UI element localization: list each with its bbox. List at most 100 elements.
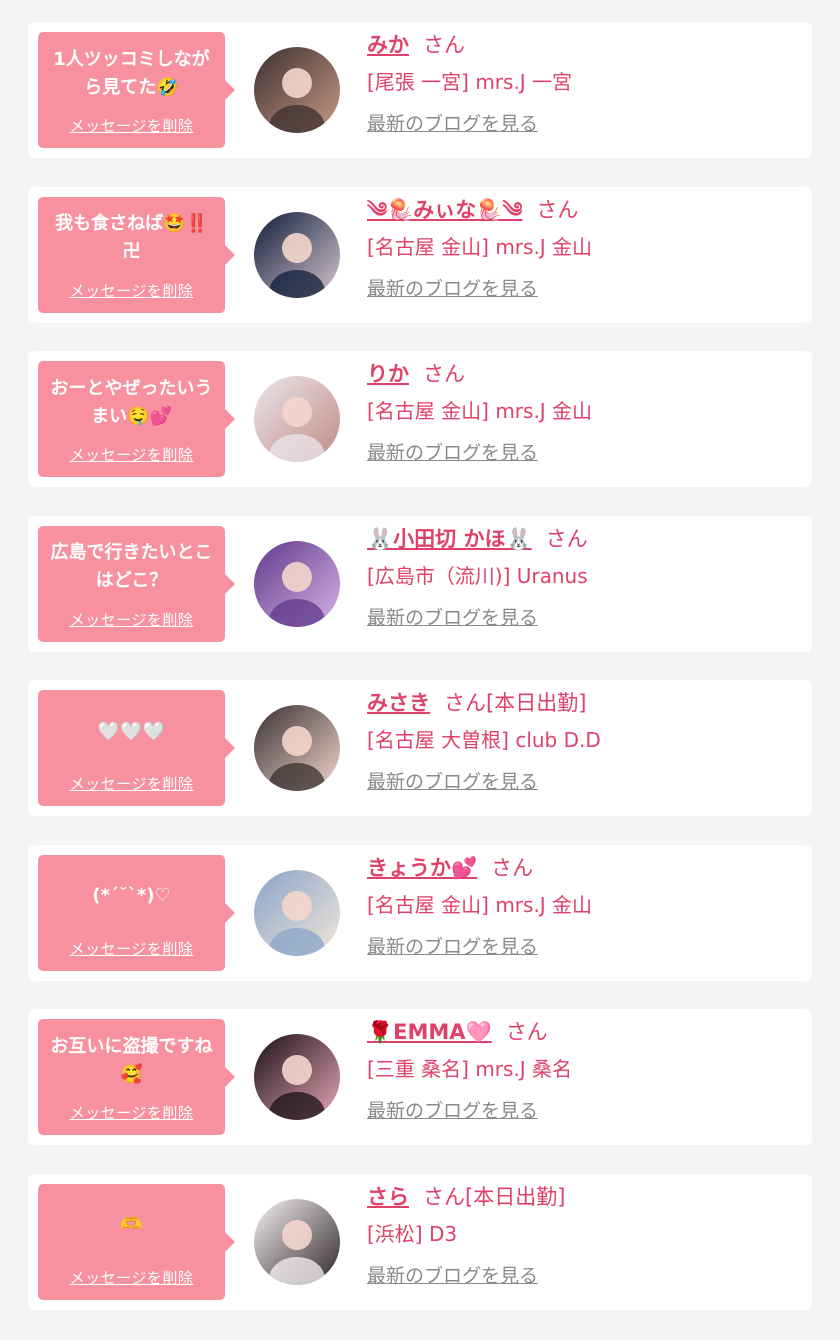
name-line: ༄🪼みぃな🪼༄ さん <box>367 195 802 225</box>
honorific: さん <box>423 33 465 57</box>
profile-info: りか さん [名古屋 金山] mrs.J 金山 最新のブログを見る <box>367 359 802 466</box>
message-text: 🫶 <box>120 1214 143 1235</box>
delete-message-link[interactable]: メッセージを削除 <box>70 115 194 136</box>
message-body: 1人ツッコミしながら見てた🤣 <box>38 32 225 115</box>
avatar-photo-icon <box>254 376 340 462</box>
profile-info: 🐰小田切 かほ🐰 さん [広島市（流川)] Uranus 最新のブログを見る <box>367 524 802 631</box>
name-line: みさき さん[本日出勤] <box>367 688 802 718</box>
message-body: お互いに盗撮ですね🥰 <box>38 1019 225 1102</box>
shop-location: [広島市（流川)] Uranus <box>367 563 588 588</box>
profile-info: きょうか💕 さん [名古屋 金山] mrs.J 金山 最新のブログを見る <box>367 853 802 960</box>
honorific: さん <box>423 362 465 386</box>
shop-location: [名古屋 金山] mrs.J 金山 <box>367 892 593 917</box>
avatar-photo-icon <box>254 47 340 133</box>
message-text: 🤍🤍🤍 <box>97 720 166 742</box>
message-body: 我も食さねば🤩‼️卍 <box>38 197 225 280</box>
latest-blog-link[interactable]: 最新のブログを見る <box>367 605 538 631</box>
name-line: 🌹EMMA🩷 さん <box>367 1017 802 1047</box>
profile-name-link[interactable]: 🌹EMMA🩷 <box>367 1020 492 1044</box>
latest-blog-link[interactable]: 最新のブログを見る <box>367 1263 538 1289</box>
delete-message-link[interactable]: メッセージを削除 <box>70 1267 194 1288</box>
honorific: さん <box>423 1184 465 1209</box>
message-text: 1人ツッコミしながら見てた🤣 <box>53 48 210 98</box>
latest-blog-link[interactable]: 最新のブログを見る <box>367 276 538 302</box>
avatar[interactable] <box>254 1198 340 1285</box>
message-body: おーとやぜったいうまい🤤💕 <box>38 361 225 444</box>
profile-name-link[interactable]: みさき <box>367 691 430 715</box>
profile-name-link[interactable]: 🐰小田切 かほ🐰 <box>367 527 532 551</box>
message-text: お互いに盗撮ですね🥰 <box>50 1035 213 1085</box>
honorific: さん <box>536 197 579 222</box>
message-body: 広島で行きたいとこはどこ？ <box>38 526 225 609</box>
avatar[interactable] <box>254 540 340 627</box>
shop-location: [三重 桑名] mrs.J 桑名 <box>367 1057 573 1081</box>
avatar[interactable] <box>254 47 340 133</box>
message-card: おーとやぜったいうまい🤤💕 メッセージを削除 りか さん [名古屋 金山] mrs.J … <box>28 351 812 487</box>
delete-message-link[interactable]: メッセージを削除 <box>70 773 194 794</box>
message-bubble: (*´˘`*)♡ メッセージを削除 <box>38 854 235 971</box>
delete-message-link[interactable]: メッセージを削除 <box>70 609 194 630</box>
delete-message-link[interactable]: メッセージを削除 <box>70 938 194 959</box>
name-line: 🐰小田切 かほ🐰 さん <box>367 524 802 554</box>
message-bubble: お互いに盗撮ですね🥰 メッセージを削除 <box>38 1019 235 1135</box>
attendance-status: [本日出勤] <box>465 1184 566 1209</box>
latest-blog-link[interactable]: 最新のブログを見る <box>367 769 538 795</box>
delete-message-link[interactable]: メッセージを削除 <box>70 1102 194 1123</box>
name-line: きょうか💕 さん <box>367 853 802 883</box>
attendance-status: [本日出勤] <box>486 691 587 715</box>
message-card: 我も食さねば🤩‼️卍メッセージを削除 ༄🪼みぃな🪼༄ さん [名古屋 金山] mrs.… <box>28 186 812 323</box>
message-bubble: 1人ツッコミしながら見てた🤣 メッセージを削除 <box>38 32 235 148</box>
avatar-photo-icon <box>254 1034 340 1120</box>
message-bubble: 🫶 メッセージを削除 <box>38 1183 235 1300</box>
honorific: さん <box>545 526 588 551</box>
name-line: さら さん[本日出勤] <box>367 1182 802 1212</box>
shop-location: [名古屋 金山] mrs.J 金山 <box>367 399 593 423</box>
profile-name-link[interactable]: みか <box>367 33 409 57</box>
avatar[interactable] <box>254 869 340 956</box>
shop-location: [名古屋 大曽根] club D.D <box>367 728 601 752</box>
message-text: (*´˘`*)♡ <box>92 885 171 906</box>
message-body: 🤍🤍🤍 <box>38 690 225 773</box>
shop-location: [浜松] D3 <box>367 1221 458 1246</box>
avatar[interactable] <box>254 705 340 791</box>
shop-location: [名古屋 金山] mrs.J 金山 <box>367 234 593 259</box>
message-body: (*´˘`*)♡ <box>38 855 225 938</box>
message-bubble: 広島で行きたいとこはどこ？ メッセージを削除 <box>38 525 235 642</box>
message-body: 🫶 <box>38 1184 225 1267</box>
avatar[interactable] <box>254 376 340 462</box>
message-bubble: 🤍🤍🤍 メッセージを削除 <box>38 690 235 806</box>
profile-name-link[interactable]: りか <box>367 362 409 386</box>
delete-message-link[interactable]: メッセージを削除 <box>70 444 194 465</box>
latest-blog-link[interactable]: 最新のブログを見る <box>367 111 538 137</box>
honorific: さん <box>491 855 534 880</box>
avatar-photo-icon <box>254 211 340 298</box>
message-bubble: 我も食さねば🤩‼️卍メッセージを削除 <box>38 196 235 313</box>
latest-blog-link[interactable]: 最新のブログを見る <box>367 440 538 466</box>
message-card: お互いに盗撮ですね🥰 メッセージを削除 🌹EMMA🩷 さん [三重 桑名] mrs.J … <box>28 1009 812 1145</box>
profile-info: みさき さん[本日出勤] [名古屋 大曽根] club D.D 最新のブログを見る <box>367 688 802 795</box>
message-bubble: おーとやぜったいうまい🤤💕 メッセージを削除 <box>38 361 235 477</box>
message-card: 1人ツッコミしながら見てた🤣 メッセージを削除 みか さん [尾張 一宮] mrs.J … <box>28 22 812 158</box>
message-text: 我も食さねば🤩‼️卍 <box>55 213 208 262</box>
avatar[interactable] <box>254 211 340 298</box>
avatar[interactable] <box>254 1034 340 1120</box>
avatar-photo-icon <box>254 1198 340 1285</box>
latest-blog-link[interactable]: 最新のブログを見る <box>367 1098 538 1124</box>
avatar-photo-icon <box>254 705 340 791</box>
profile-info: ༄🪼みぃな🪼༄ さん [名古屋 金山] mrs.J 金山 最新のブログを見る <box>367 195 802 302</box>
name-line: りか さん <box>367 359 802 389</box>
delete-message-link[interactable]: メッセージを削除 <box>70 280 194 301</box>
honorific: さん <box>505 1020 548 1044</box>
message-list: 1人ツッコミしながら見てた🤣 メッセージを削除 みか さん [尾張 一宮] mrs.J … <box>0 0 840 1340</box>
profile-name-link[interactable]: ༄🪼みぃな🪼༄ <box>367 198 522 222</box>
message-card: 🤍🤍🤍 メッセージを削除 みさき さん[本日出勤] [名古屋 大曽根] club D.D… <box>28 680 812 816</box>
message-card: 🫶 メッセージを削除 さら さん[本日出勤] [浜松] D3 最新のブログを見る <box>28 1173 812 1310</box>
profile-name-link[interactable]: きょうか💕 <box>367 856 477 880</box>
latest-blog-link[interactable]: 最新のブログを見る <box>367 934 538 960</box>
profile-info: さら さん[本日出勤] [浜松] D3 最新のブログを見る <box>367 1182 802 1289</box>
message-card: 広島で行きたいとこはどこ？ メッセージを削除 🐰小田切 かほ🐰 さん [広島市（流川)]… <box>28 515 812 652</box>
message-text: 広島で行きたいとこはどこ？ <box>50 542 213 591</box>
profile-name-link[interactable]: さら <box>367 1185 409 1209</box>
avatar-photo-icon <box>254 540 340 627</box>
message-card: (*´˘`*)♡ メッセージを削除 きょうか💕 さん [名古屋 金山] mrs.J 金山… <box>28 844 812 981</box>
